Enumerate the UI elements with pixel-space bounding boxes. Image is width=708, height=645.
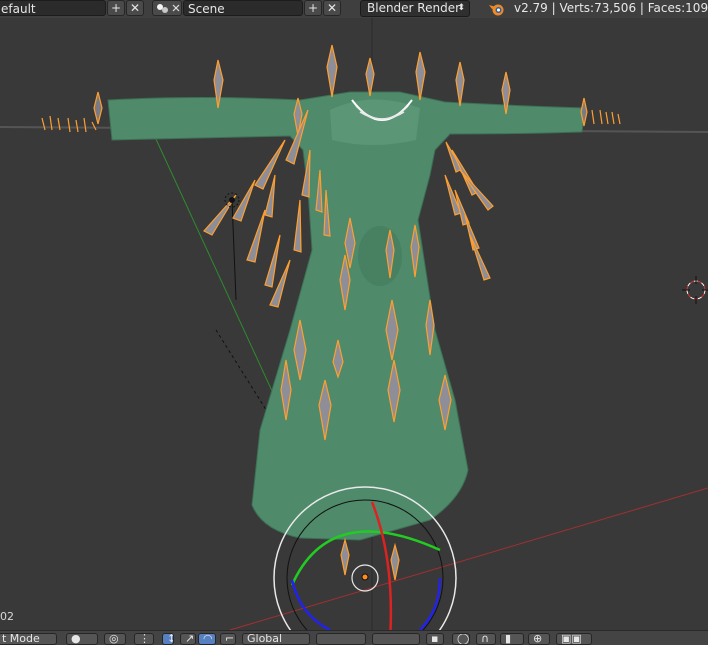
manipulator-icon: ↕ <box>167 634 173 644</box>
orientation-label: Global <box>247 633 283 645</box>
proportional-edit-button[interactable]: ◯ <box>452 633 470 645</box>
render-engine-dropdown[interactable]: Blender Render ⬍ <box>360 0 470 17</box>
magnet-icon: ∩ <box>481 633 490 645</box>
info-header: efault + ✕ Scene + ✕ Blender Render ⬍ v2… <box>0 0 708 19</box>
viewport-corner-label: 02 <box>0 610 14 623</box>
rotate-icon: ◠ <box>203 633 213 645</box>
layers-dots-button[interactable]: ⋮⋮ <box>134 633 154 645</box>
chevron-updown-icon: ⬍ <box>457 3 465 13</box>
scene-statistics: v2.79 | Verts:73,506 | Faces:109,204 <box>514 1 708 15</box>
lock-icon: ▪ <box>431 633 439 645</box>
camera-icon: ▣▣ <box>561 633 582 645</box>
render-engine-label: Blender Render <box>367 1 461 15</box>
pivot-point-button[interactable]: ◎ <box>104 633 126 645</box>
bars-icon: ▮ <box>505 633 512 645</box>
scene-layers-a[interactable] <box>316 633 366 645</box>
proportional-icon: ◯ <box>457 633 470 645</box>
3d-viewport[interactable]: 02 <box>0 18 708 630</box>
snap-target-button[interactable]: ⊕ <box>528 633 550 645</box>
grid-dots-icon: ⋮⋮ <box>139 633 153 645</box>
transform-orientation-dropdown[interactable]: Global <box>242 633 310 645</box>
target-icon: ⊕ <box>533 633 543 645</box>
translate-manipulator-button[interactable]: ↗ <box>180 633 196 645</box>
scene-browse-button[interactable] <box>152 0 182 16</box>
dress-mesh[interactable] <box>107 91 586 541</box>
plus-icon: + <box>307 1 319 15</box>
viewport-shading-button[interactable]: ● <box>66 633 98 645</box>
pivot-icon: ◎ <box>109 633 119 645</box>
snap-element-button[interactable]: ▮ <box>500 633 524 645</box>
3d-cursor[interactable] <box>682 276 708 304</box>
scene-name-field[interactable]: Scene <box>183 0 303 16</box>
right-hand-bones[interactable] <box>580 97 621 127</box>
add-screen-layout-button[interactable]: + <box>107 0 125 16</box>
plus-icon: + <box>110 1 122 15</box>
lock-layers-button[interactable]: ▪ <box>426 633 444 645</box>
scale-manipulator-button[interactable]: ⌐ <box>220 633 236 645</box>
remove-screen-layout-button[interactable]: ✕ <box>126 0 144 16</box>
remove-scene-button[interactable]: ✕ <box>323 0 341 16</box>
sphere-shading-icon: ● <box>71 633 81 645</box>
mode-selector[interactable]: t Mode <box>0 633 57 645</box>
render-preview-buttons[interactable]: ▣▣ <box>556 633 592 645</box>
viewport-canvas[interactable] <box>0 18 708 630</box>
close-icon: ✕ <box>326 1 338 15</box>
rotate-manipulator-button[interactable]: ◠ <box>198 633 216 645</box>
scene-icon <box>157 4 180 13</box>
arrow-icon: ↗ <box>185 633 195 645</box>
mode-label: t Mode <box>2 633 40 645</box>
close-icon: ✕ <box>129 1 141 15</box>
screen-layout-field[interactable]: efault <box>0 0 106 16</box>
z-rotation-ring[interactable] <box>290 579 331 630</box>
add-scene-button[interactable]: + <box>304 0 322 16</box>
blender-logo-icon <box>489 4 504 16</box>
manipulator-toggle[interactable]: ↕ <box>162 633 174 645</box>
viewport-header: t Mode ● ◎ ⋮⋮ ↕ ↗ ◠ ⌐ Global ▪ ◯ ∩ ▮ ⊕ ▣… <box>0 630 708 645</box>
left-hand-bones[interactable] <box>41 91 103 133</box>
snap-toggle-button[interactable]: ∩ <box>476 633 496 645</box>
scale-icon: ⌐ <box>225 633 235 645</box>
scene-layers-b[interactable] <box>372 633 420 645</box>
